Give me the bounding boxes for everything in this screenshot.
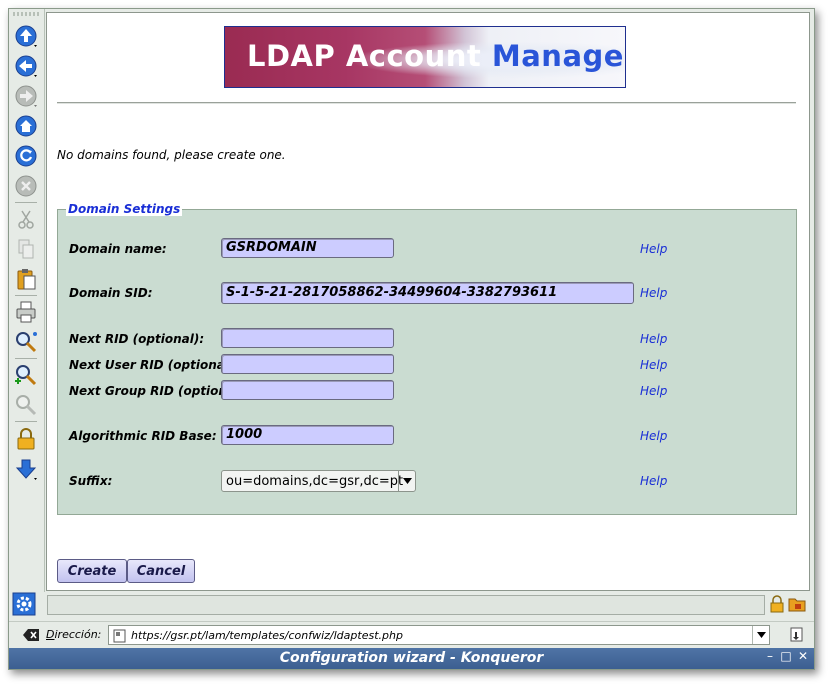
algorithmic-rid-base-input[interactable]: 1000 [221, 425, 394, 445]
create-button[interactable]: Create [57, 559, 127, 583]
no-domains-message: No domains found, please create one. [57, 148, 286, 162]
next-rid-input[interactable] [221, 328, 394, 348]
lam-logo-banner: LDAP Account Manager [224, 26, 626, 88]
reload-icon[interactable] [13, 143, 39, 169]
gear-icon[interactable] [12, 592, 36, 616]
next-group-rid-input[interactable] [221, 380, 394, 400]
forward-icon [13, 83, 39, 109]
zoom-in-icon[interactable] [13, 362, 39, 388]
maximize-icon[interactable]: □ [779, 649, 793, 663]
domain-name-help-link[interactable]: Help [640, 242, 667, 256]
next-user-rid-input[interactable] [221, 354, 394, 374]
toolbar-separator [15, 295, 37, 296]
minimize-icon[interactable]: – [763, 649, 777, 663]
next-group-rid-help-link[interactable]: Help [640, 384, 667, 398]
home-icon[interactable] [13, 113, 39, 139]
lock-icon[interactable] [13, 426, 39, 452]
domain-sid-label: Domain SID: [69, 286, 153, 300]
paste-icon[interactable] [13, 266, 39, 292]
domain-settings-legend: Domain Settings [66, 202, 183, 216]
next-rid-label: Next RID (optional): [69, 332, 205, 346]
toolbar-separator [15, 421, 37, 422]
domain-sid-input[interactable]: S-1-5-21-2817058862-34499604-3382793611 [221, 282, 634, 304]
location-label: Dirección: [46, 628, 102, 641]
zoom-out-icon [13, 392, 39, 418]
folder-icon[interactable] [788, 595, 806, 613]
status-text-field [47, 595, 765, 615]
algorithmic-rid-base-label: Algorithmic RID Base: [69, 429, 217, 443]
security-lock-icon[interactable] [768, 595, 786, 613]
up-icon[interactable] [13, 23, 39, 49]
next-user-rid-help-link[interactable]: Help [640, 358, 667, 372]
chevron-down-icon[interactable] [752, 626, 769, 644]
location-bar: Dirección: https://gsr.pt/lam/templates/… [9, 621, 814, 648]
print-icon[interactable] [13, 299, 39, 325]
algorithmic-rid-base-help-link[interactable]: Help [640, 429, 667, 443]
domain-name-label: Domain name: [69, 242, 167, 256]
toolbar-grip[interactable] [13, 12, 39, 16]
cancel-button[interactable]: Cancel [127, 559, 195, 583]
page-icon [113, 628, 127, 643]
suffix-help-link[interactable]: Help [640, 474, 667, 488]
domain-name-input[interactable]: GSRDOMAIN [221, 238, 394, 258]
horizontal-rule [57, 102, 796, 104]
suffix-label: Suffix: [69, 474, 113, 488]
url-input[interactable]: https://gsr.pt/lam/templates/confwiz/lda… [108, 625, 770, 645]
status-bar [9, 592, 814, 618]
suffix-select[interactable]: ou=domains,dc=gsr,dc=pt [221, 470, 416, 492]
next-rid-help-link[interactable]: Help [640, 332, 667, 346]
browser-window: LDAP Account Manager No domains found, p… [8, 8, 815, 670]
find-icon[interactable] [13, 329, 39, 355]
close-icon[interactable]: ✕ [796, 649, 810, 663]
next-user-rid-label: Next User RID (optional): [69, 358, 240, 372]
copy-icon [13, 236, 39, 262]
page-content: LDAP Account Manager No domains found, p… [46, 12, 810, 591]
cut-icon [13, 206, 39, 232]
domain-settings-fieldset: Domain Settings Domain name: GSRDOMAIN H… [57, 202, 797, 515]
main-toolbar [9, 9, 45, 592]
url-text: https://gsr.pt/lam/templates/confwiz/lda… [131, 629, 403, 642]
chevron-down-icon[interactable] [398, 471, 415, 491]
toolbar-separator [15, 358, 37, 359]
download-icon[interactable] [13, 456, 39, 482]
window-title: Configuration wizard - Konqueror [279, 650, 544, 666]
go-icon[interactable] [789, 627, 805, 643]
clear-location-icon[interactable] [22, 627, 40, 643]
window-titlebar[interactable]: Configuration wizard - Konqueror – □ ✕ [9, 648, 814, 669]
domain-sid-help-link[interactable]: Help [640, 286, 667, 300]
back-icon[interactable] [13, 53, 39, 79]
toolbar-separator [15, 202, 37, 203]
stop-icon [13, 173, 39, 199]
banner-title: LDAP Account Manager [247, 39, 626, 73]
suffix-selected-value: ou=domains,dc=gsr,dc=pt [226, 474, 404, 489]
